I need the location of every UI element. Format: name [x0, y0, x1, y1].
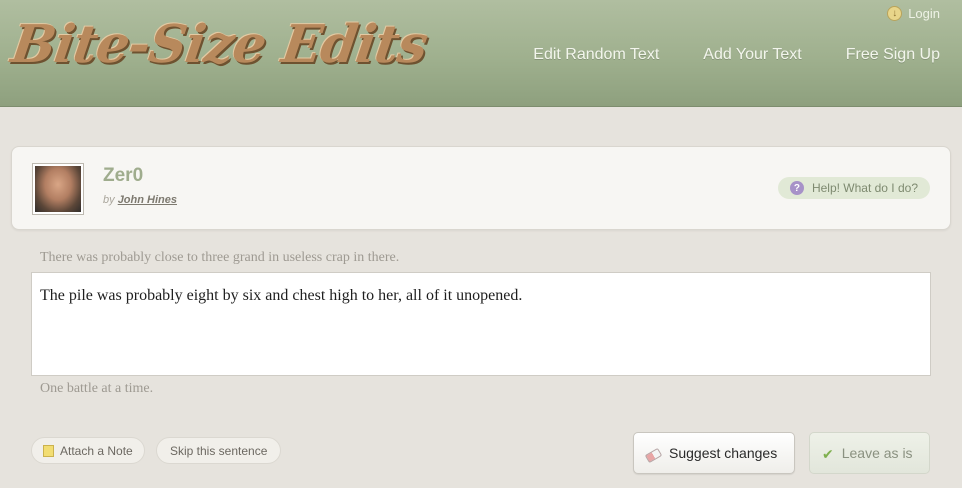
- attach-note-label: Attach a Note: [60, 443, 133, 458]
- skip-sentence-button[interactable]: Skip this sentence: [156, 437, 282, 464]
- eraser-icon: [644, 447, 663, 463]
- text-info-card: Zer0 by John Hines ? Help! What do I do?: [11, 146, 951, 230]
- skip-label: Skip this sentence: [170, 443, 268, 458]
- suggest-changes-button[interactable]: Suggest changes: [633, 432, 795, 474]
- by-label: by: [103, 194, 115, 206]
- byline: by John Hines: [103, 194, 177, 206]
- sticky-note-icon: [43, 444, 54, 457]
- author-link[interactable]: John Hines: [118, 194, 177, 206]
- download-circle-icon: ↓: [887, 6, 903, 21]
- nav-edit-random-text[interactable]: Edit Random Text: [533, 46, 659, 64]
- author-avatar[interactable]: [32, 163, 84, 215]
- help-button[interactable]: ? Help! What do I do?: [777, 177, 930, 199]
- help-label: Help! What do I do?: [811, 181, 918, 195]
- nav-free-sign-up[interactable]: Free Sign Up: [846, 46, 940, 64]
- leave-label: Leave as is: [841, 445, 913, 461]
- login-label: Login: [908, 6, 940, 21]
- sentence-editor[interactable]: The pile was probably eight by six and c…: [31, 272, 931, 376]
- main-nav: Edit Random Text Add Your Text Free Sign…: [533, 46, 940, 64]
- text-title: Zer0: [103, 165, 144, 186]
- suggest-label: Suggest changes: [669, 445, 778, 461]
- check-icon: ✔: [822, 446, 834, 462]
- attach-note-button[interactable]: Attach a Note: [31, 437, 145, 464]
- site-logo[interactable]: Bite-Size Edits: [8, 14, 431, 75]
- leave-as-is-button[interactable]: ✔ Leave as is: [809, 432, 930, 474]
- next-sentence: One battle at a time.: [40, 381, 154, 396]
- site-header: Bite-Size Edits ↓ Login Edit Random Text…: [0, 0, 962, 107]
- previous-sentence: There was probably close to three grand …: [40, 250, 400, 265]
- login-link[interactable]: ↓ Login: [887, 6, 940, 21]
- question-icon: ?: [789, 181, 804, 195]
- avatar-image: [35, 166, 81, 212]
- nav-add-your-text[interactable]: Add Your Text: [703, 46, 801, 64]
